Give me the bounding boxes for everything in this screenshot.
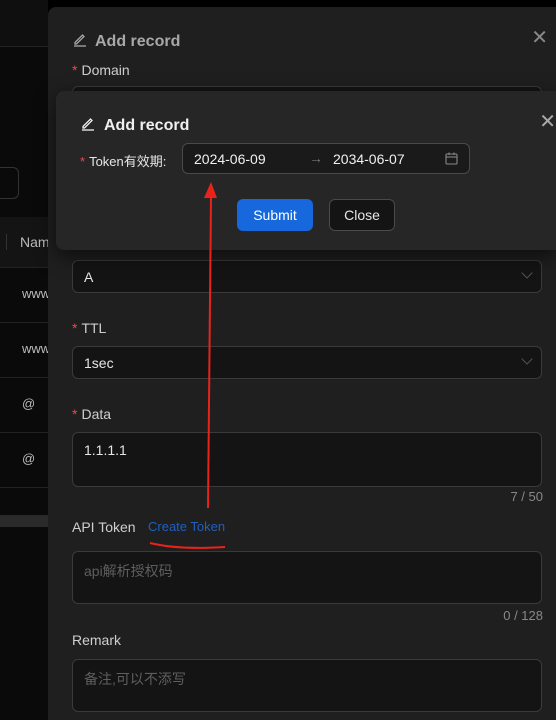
data-char-count: 7 / 50 (510, 489, 543, 504)
domain-label: * Domain (72, 62, 130, 78)
ttl-select[interactable]: 1sec (72, 346, 542, 379)
modal-title: Add record (72, 31, 180, 52)
add-record-modal-front: Add record ✕ * Token有效期: 2024-06-09 → 203… (56, 91, 556, 250)
edit-icon (80, 115, 96, 136)
column-separator (6, 234, 7, 250)
remark-placeholder: 备注,可以不添写 (84, 671, 186, 687)
modal-title: Add record (80, 115, 189, 136)
remark-label: Remark (72, 632, 122, 648)
table-row[interactable]: @ (0, 378, 48, 433)
token-validity-label: * Token有效期: (80, 154, 167, 169)
range-separator-arrow: → (309, 150, 323, 166)
calendar-icon[interactable] (445, 152, 458, 168)
data-label: * Data (72, 406, 112, 422)
submit-button[interactable]: Submit (237, 199, 313, 231)
api-token-placeholder: api解析授权码 (84, 563, 173, 579)
start-date-input[interactable]: 2024-06-09 (194, 151, 266, 167)
ttl-label: * TTL (72, 320, 107, 336)
end-date-input[interactable]: 2034-06-07 (333, 151, 405, 167)
api-token-char-count: 0 / 128 (503, 608, 543, 623)
horizontal-scrollbar[interactable] (0, 515, 48, 527)
annotation-underline (149, 542, 226, 549)
table-row[interactable]: www (0, 323, 48, 378)
ttl-value: 1sec (84, 355, 114, 371)
data-textarea[interactable]: 1.1.1.1 (72, 432, 542, 487)
api-token-label: API Token (72, 519, 136, 535)
row-name: @ (22, 451, 36, 466)
table-row[interactable]: www (0, 268, 48, 323)
table-header: Nam (0, 217, 48, 268)
chevron-down-icon (521, 267, 533, 279)
chevron-down-icon (521, 353, 533, 365)
close-button[interactable]: Close (329, 199, 395, 231)
column-header-name: Nam (20, 234, 48, 250)
background-topbar (0, 0, 48, 47)
row-name: www (22, 341, 48, 356)
data-value: 1.1.1.1 (84, 442, 127, 458)
close-icon[interactable]: ✕ (531, 25, 548, 50)
remark-textarea[interactable]: 备注,可以不添写 (72, 659, 542, 712)
record-type-select[interactable]: A (72, 260, 542, 293)
background-table: Nam www www @ @ (0, 0, 48, 720)
row-name: @ (22, 396, 36, 411)
api-token-textarea[interactable]: api解析授权码 (72, 551, 542, 604)
row-name: www (22, 286, 48, 301)
record-type-value: A (84, 269, 94, 285)
background-search-input[interactable] (0, 167, 19, 199)
table-row[interactable]: @ (0, 433, 48, 488)
edit-icon (72, 31, 88, 52)
create-token-link[interactable]: Create Token (148, 519, 225, 534)
modal-title-text: Add record (95, 32, 181, 50)
token-validity-range-picker[interactable]: 2024-06-09 → 2034-06-07 (182, 143, 470, 174)
modal-title-text: Add record (104, 116, 190, 134)
close-icon[interactable]: ✕ (539, 109, 556, 134)
